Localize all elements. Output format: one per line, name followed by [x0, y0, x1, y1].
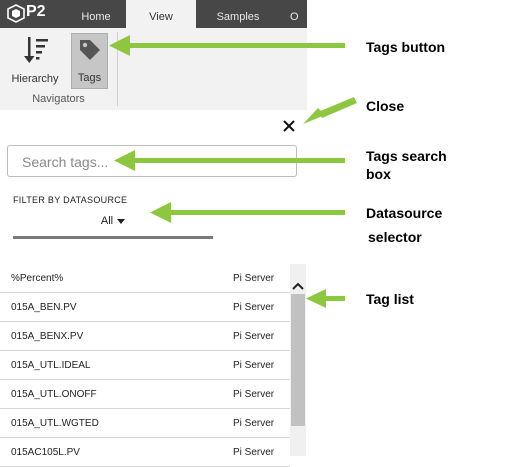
annotation-arrows	[109, 35, 357, 308]
annotation-search-line2: box	[366, 166, 391, 182]
annotation-datasource-line2: selector	[368, 229, 422, 245]
annotation-tag-list: Tag list	[366, 291, 414, 307]
annotation-tags-button: Tags button	[366, 39, 446, 55]
annotation-datasource-line1: Datasource	[366, 205, 443, 221]
annotation-close: Close	[366, 98, 405, 114]
annotation-search-line1: Tags search	[366, 148, 447, 164]
